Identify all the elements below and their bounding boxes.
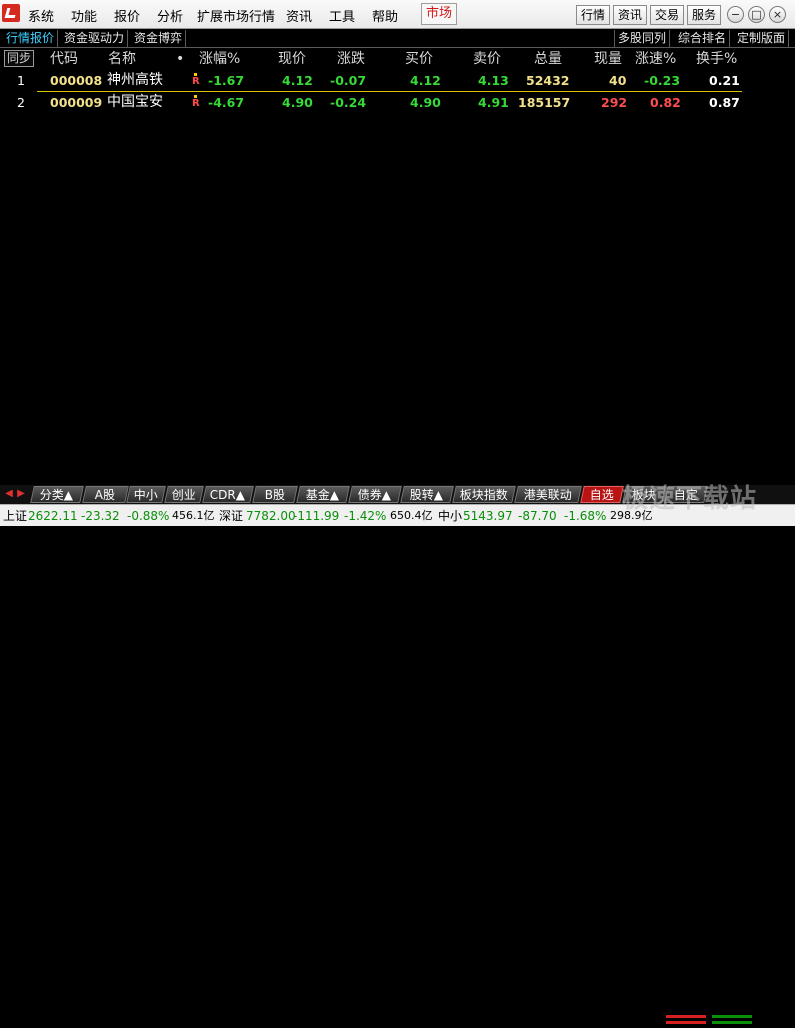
tab-category[interactable]: 分类▲ [30, 486, 84, 503]
up-down-distribution-icon [666, 1015, 752, 1024]
quotes-button[interactable]: 行情 [576, 5, 610, 25]
tab-hk-us-linkage[interactable]: 港美联动 [514, 486, 582, 503]
turnover: 0.87 [709, 95, 740, 110]
stock-code: 000009 [50, 95, 103, 110]
menu-news[interactable]: 资讯 [286, 6, 312, 25]
menu-analysis[interactable]: 分析 [157, 6, 183, 25]
service-button[interactable]: 服务 [687, 5, 721, 25]
header-price[interactable]: 现价 [278, 50, 306, 68]
menu-function[interactable]: 功能 [71, 6, 97, 25]
sz-index-value: 7782.00 [246, 509, 296, 523]
last-volume: 292 [601, 95, 628, 110]
sz-index-pct: -1.42% [344, 509, 387, 523]
turnover: 0.21 [709, 73, 740, 88]
tab-bonds[interactable]: 债券▲ [348, 486, 402, 503]
last-volume: 40 [609, 73, 627, 88]
sh-index-pct: -0.88% [127, 509, 170, 523]
selected-row-separator [37, 91, 742, 92]
header-marker[interactable]: • [176, 50, 184, 68]
maximize-icon[interactable]: □ [748, 6, 765, 23]
volume: 185157 [518, 95, 571, 110]
watermark-logo: 极速下载站 [622, 484, 758, 514]
tab-sme[interactable]: 中小 [126, 486, 166, 503]
header-ask[interactable]: 卖价 [473, 50, 501, 68]
minimize-icon[interactable]: − [727, 6, 744, 23]
trade-button[interactable]: 交易 [650, 5, 684, 25]
volume: 52432 [526, 73, 570, 88]
menu-system[interactable]: 系统 [28, 6, 54, 25]
change-pct: -1.67 [208, 73, 245, 88]
sme-index-label: 中小 [438, 509, 463, 523]
speed: -0.23 [644, 73, 681, 88]
speed: 0.82 [650, 95, 681, 110]
header-speed[interactable]: 涨速% [635, 50, 676, 68]
bid: 4.12 [410, 73, 441, 88]
price: 4.90 [282, 95, 313, 110]
tab-custom-layout[interactable]: 定制版面 [734, 30, 790, 47]
margin-trading-icon: R [192, 95, 200, 109]
row-index: 2 [17, 95, 25, 110]
price: 4.12 [282, 73, 313, 88]
tab-cdr[interactable]: CDR▲ [202, 486, 254, 503]
menu-tools[interactable]: 工具 [329, 6, 355, 25]
sz-index-amount: 650.4亿 [390, 509, 433, 522]
sme-index-pct: -1.68% [564, 509, 607, 523]
tab-funds[interactable]: 基金▲ [296, 486, 350, 503]
sh-index-amount: 456.1亿 [172, 509, 215, 522]
menu-market-button[interactable]: 市场 [421, 3, 457, 25]
news-button[interactable]: 资讯 [613, 5, 647, 25]
ask: 4.13 [478, 73, 509, 88]
change-pct: -4.67 [208, 95, 245, 110]
sh-index-change: -23.32 [81, 509, 120, 523]
margin-trading-icon: R [192, 73, 200, 87]
scroll-left-icon[interactable]: ◀ [3, 487, 15, 501]
bid: 4.90 [410, 95, 441, 110]
header-change[interactable]: 涨跌 [337, 50, 365, 68]
tab-watchlist[interactable]: 自选 [580, 486, 624, 503]
tab-composite-rank[interactable]: 综合排名 [675, 30, 731, 47]
header-code[interactable]: 代码 [50, 50, 78, 68]
tab-b-shares[interactable]: B股 [252, 486, 298, 503]
sub-tab-bar: 行情报价 资金驱动力 资金博弈 多股同列 综合排名 定制版面 [0, 29, 795, 48]
tab-capital-drive[interactable]: 资金驱动力 [61, 30, 129, 47]
change: -0.07 [330, 73, 367, 88]
header-last-volume[interactable]: 现量 [594, 50, 622, 68]
sz-index-change: -111.99 [293, 509, 340, 523]
header-turnover[interactable]: 换手% [696, 50, 737, 68]
app-logo-icon[interactable] [2, 4, 20, 22]
ask: 4.91 [478, 95, 509, 110]
sme-index-change: -87.70 [518, 509, 557, 523]
tab-a-shares[interactable]: A股 [82, 486, 129, 503]
menu-help[interactable]: 帮助 [372, 6, 398, 25]
scroll-right-icon[interactable]: ▶ [15, 487, 27, 501]
header-change-pct[interactable]: 涨幅% [199, 50, 240, 68]
tab-neeq[interactable]: 股转▲ [400, 486, 454, 503]
menu-extended-market[interactable]: 扩展市场行情 [197, 6, 275, 25]
header-bid[interactable]: 买价 [405, 50, 433, 68]
header-volume[interactable]: 总量 [534, 50, 562, 68]
menu-bar: 系统 功能 报价 分析 扩展市场行情 资讯 工具 帮助 市场 行情 资讯 交易 … [0, 0, 795, 29]
tab-market-quotes[interactable]: 行情报价 [3, 30, 59, 47]
row-index: 1 [17, 73, 25, 88]
header-name[interactable]: 名称 [108, 50, 136, 68]
sh-index-label: 上证 [3, 509, 28, 523]
sme-index-value: 5143.97 [463, 509, 513, 523]
tab-multi-stock[interactable]: 多股同列 [614, 30, 671, 47]
stock-code: 000008 [50, 73, 103, 88]
change: -0.24 [330, 95, 367, 110]
stock-name: 神州高铁 [107, 72, 163, 88]
sync-button[interactable]: 同步 [4, 50, 34, 67]
tab-capital-game[interactable]: 资金博弈 [131, 30, 187, 47]
stock-name: 中国宝安 [107, 94, 163, 110]
close-icon[interactable]: × [769, 6, 786, 23]
sh-index-value: 2622.11 [28, 509, 78, 523]
tab-sector-index[interactable]: 板块指数 [452, 486, 516, 503]
sz-index-label: 深证 [219, 509, 244, 523]
menu-quote[interactable]: 报价 [114, 6, 140, 25]
tab-chinext[interactable]: 创业 [164, 486, 204, 503]
